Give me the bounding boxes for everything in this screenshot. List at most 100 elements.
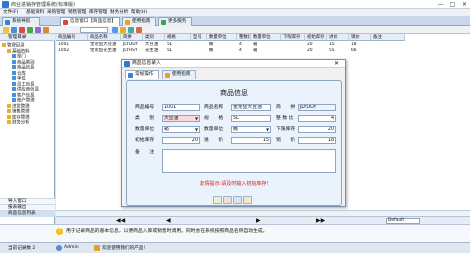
layout-select-value: Default xyxy=(388,218,405,223)
chevron-down-icon: ▼ xyxy=(194,116,199,121)
dialog-tab-label: 使用指南 xyxy=(172,72,191,77)
column-header[interactable]: 销价 xyxy=(349,34,371,41)
tip-text: 用于记录商品的基本信息，以便商品入库或销售时调用。同时会在系统按照商品名称自动生… xyxy=(66,229,268,234)
note-label: 备 注 xyxy=(135,150,155,155)
column-header[interactable]: 数量单位 xyxy=(207,34,237,41)
category-select[interactable]: 大豆油 ▼ xyxy=(162,115,200,122)
spec-field[interactable]: 5L xyxy=(231,115,271,122)
tip-bar: ! 用于记录商品的基本信息，以便商品入库或销售时调用。同时会在系统按照商品名称自… xyxy=(0,224,470,242)
exit-button[interactable] xyxy=(243,196,252,204)
menu-sales[interactable]: 销售管理 xyxy=(68,9,86,16)
print-icon[interactable] xyxy=(35,27,41,33)
name-field[interactable]: 金龙鱼大豆油 xyxy=(231,104,271,111)
buy-price-field[interactable]: 15 xyxy=(231,137,271,144)
search-box[interactable] xyxy=(80,27,108,33)
export-icon[interactable] xyxy=(43,27,49,33)
spec-label: 规 格 xyxy=(204,116,224,121)
unit2-value: 桶 xyxy=(233,127,238,132)
maximize-button[interactable]: □ xyxy=(448,1,457,8)
table-cell: 5L xyxy=(167,48,173,53)
buy-price-label: 进 价 xyxy=(204,138,224,143)
file-icon xyxy=(12,65,16,69)
close-button[interactable]: ✕ xyxy=(460,1,469,8)
dialog-close-button[interactable]: ✕ xyxy=(334,60,339,68)
column-header[interactable]: 型号 xyxy=(191,34,207,41)
dialog-tab-label: 常规操作 xyxy=(135,72,154,77)
guide-icon xyxy=(125,20,130,25)
menu-help[interactable]: 帮助(H) xyxy=(131,9,147,16)
unit1-label: 数量单位 xyxy=(135,127,155,132)
ratio-field[interactable]: 4 xyxy=(298,115,336,122)
init-stock-field[interactable]: 20 xyxy=(162,137,200,144)
column-header[interactable]: 进价 xyxy=(327,34,349,41)
menu-basic-data[interactable]: 基础资料 xyxy=(26,9,44,16)
print-button[interactable] xyxy=(223,196,232,204)
dialog-title: 商品信息录入 xyxy=(132,61,161,66)
status-user: Admin xyxy=(64,245,79,250)
menu-purchase[interactable]: 采购管理 xyxy=(47,9,65,16)
unit1-select[interactable]: 箱 ▼ xyxy=(162,126,200,133)
pinyin-field[interactable]: JLYDDY xyxy=(298,104,336,111)
chevron-down-icon: ▼ xyxy=(194,127,199,132)
init-stock-label: 初始库存 xyxy=(135,138,155,143)
tree-item-label: 财务分析 xyxy=(12,120,30,126)
tab-navigation[interactable]: 系统导航 xyxy=(2,17,40,26)
file-icon xyxy=(12,70,16,75)
hint-text: 友情提示:请及时输入初始库存! xyxy=(199,181,269,187)
column-header[interactable]: 商品名称 xyxy=(88,34,121,41)
tab-guide[interactable]: 使用指南 xyxy=(122,17,156,26)
note-field[interactable] xyxy=(162,149,336,173)
record-navigator: ◀◀ ◀ ▶ ▶▶ Default xyxy=(56,216,470,224)
file-icon xyxy=(12,59,16,64)
sell-price-field[interactable]: 18 xyxy=(298,137,336,144)
exit-icon[interactable] xyxy=(136,27,142,33)
dialog-app-icon xyxy=(124,61,130,67)
folder-icon xyxy=(7,48,11,53)
save-icon[interactable] xyxy=(27,27,33,33)
delete-icon[interactable] xyxy=(19,27,25,33)
refresh-icon[interactable] xyxy=(128,27,134,33)
folder-icon xyxy=(2,43,6,47)
table-cell: 金龙鱼花生油 xyxy=(90,48,117,53)
code-field[interactable]: 1001 xyxy=(162,104,200,111)
menu-finance[interactable]: 财务分析 xyxy=(110,9,128,16)
dialog-tab-guide[interactable]: 使用指南 xyxy=(162,70,196,79)
column-header[interactable]: 初始库存 xyxy=(305,34,327,41)
filter-icon[interactable] xyxy=(120,27,126,33)
add-button[interactable] xyxy=(233,196,242,204)
column-header[interactable]: 下限库存 xyxy=(281,34,305,41)
tree-item[interactable]: 财务分析 xyxy=(7,120,30,126)
edit-icon[interactable] xyxy=(11,27,17,33)
minimize-button[interactable]: — xyxy=(436,1,445,8)
column-header[interactable]: 简拼 xyxy=(121,34,143,41)
menu-inventory[interactable]: 库存管理 xyxy=(89,9,107,16)
product-entry-dialog: 商品信息录入 ✕ 常规操作 使用指南 商品信息 商品编号 1001 商品名称 金… xyxy=(121,59,346,207)
column-header[interactable]: 备注 xyxy=(371,34,405,41)
menu-file[interactable]: 文件(F) xyxy=(3,9,18,16)
message-icon xyxy=(94,245,100,251)
column-header[interactable]: 整数比 xyxy=(237,34,251,41)
tab-more-services[interactable]: 更多服务 xyxy=(158,17,192,26)
unit2-select[interactable]: 桶 ▼ xyxy=(231,126,271,133)
table-cell xyxy=(191,48,207,54)
ratio-label: 整 数 比 xyxy=(276,116,294,121)
guide-icon xyxy=(165,73,170,78)
dialog-tab-general[interactable]: 常规操作 xyxy=(125,70,159,79)
new-icon[interactable] xyxy=(3,27,9,33)
tab-product-info[interactable]: 信息窗口【商品信息】 xyxy=(60,17,120,26)
save-button[interactable] xyxy=(213,196,222,204)
folder-icon xyxy=(7,103,11,108)
column-header[interactable]: 类别 xyxy=(143,34,165,41)
tab-label: 信息窗口【商品信息】 xyxy=(70,19,116,24)
table-cell: 4 xyxy=(239,48,242,53)
sidebar-product-list[interactable]: 商品信息列表 xyxy=(0,210,55,217)
column-header[interactable]: 数量单位 xyxy=(251,34,281,41)
tab-label: 使用指南 xyxy=(132,19,151,24)
column-header[interactable]: 规格 xyxy=(165,34,191,41)
min-stock-field[interactable]: 20 xyxy=(298,126,336,133)
folder-icon xyxy=(7,114,11,119)
table-cell: JLYHSY xyxy=(123,48,138,53)
search-icon[interactable] xyxy=(112,27,118,33)
column-header[interactable]: 商品编号 xyxy=(56,34,88,41)
category-value: 大豆油 xyxy=(164,116,179,121)
